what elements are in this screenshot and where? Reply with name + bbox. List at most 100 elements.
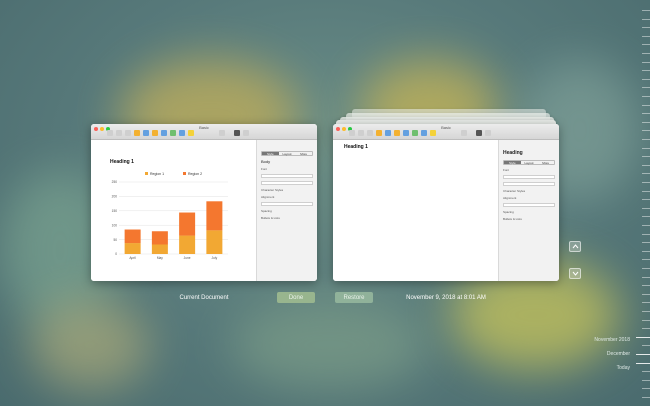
shape-icon[interactable] xyxy=(170,130,176,136)
timeline-tick[interactable] xyxy=(636,354,650,355)
paragraph-style[interactable]: Body xyxy=(261,159,313,164)
zoom-menu-icon xyxy=(358,130,364,136)
bar-segment xyxy=(151,244,168,254)
tab-more: More xyxy=(542,161,550,165)
timeline-tick[interactable] xyxy=(642,96,650,97)
next-version-button[interactable] xyxy=(569,268,581,279)
timeline-tick[interactable] xyxy=(642,104,650,106)
timeline-tick[interactable] xyxy=(642,293,650,295)
share-icon[interactable] xyxy=(219,130,225,136)
font-select[interactable] xyxy=(261,174,313,178)
shape-icon xyxy=(412,130,418,136)
insert-icon[interactable] xyxy=(134,130,140,136)
font-style-select[interactable] xyxy=(261,181,313,185)
timeline-tick[interactable] xyxy=(642,268,650,269)
y-tick-label: 100 xyxy=(112,223,118,227)
timeline-tick[interactable] xyxy=(642,371,650,373)
bar-segment xyxy=(151,231,168,245)
text-icon xyxy=(403,130,409,136)
format-icon xyxy=(476,130,482,136)
current-document-window[interactable]: Basic Heading 1 Region 1 Region 2 0 50 100 15… xyxy=(91,124,317,281)
timeline-tick[interactable] xyxy=(642,139,650,140)
done-button[interactable]: Done xyxy=(277,292,315,303)
comment-icon[interactable] xyxy=(188,130,194,136)
timeline-tick[interactable] xyxy=(642,397,650,398)
character-styles-label: Character Styles xyxy=(261,188,284,192)
timeline-label-december[interactable]: December xyxy=(607,351,630,357)
spacing-label: Spacing xyxy=(261,209,272,213)
timeline-tick[interactable] xyxy=(642,216,650,218)
previous-version-button[interactable] xyxy=(569,241,581,252)
add-page-icon[interactable] xyxy=(125,130,131,136)
timeline-tick[interactable] xyxy=(642,250,650,252)
restore-button[interactable]: Restore xyxy=(335,292,373,303)
timeline-tick[interactable] xyxy=(642,78,650,80)
table-icon[interactable] xyxy=(143,130,149,136)
timeline-label-today[interactable]: Today xyxy=(617,365,630,371)
timeline-tick[interactable] xyxy=(642,182,650,183)
version-document-window[interactable]: Basic Heading 1 Heading Style Layout Mor… xyxy=(333,124,559,281)
version-timeline[interactable] xyxy=(634,0,650,406)
document-icon[interactable] xyxy=(243,130,249,136)
view-icon[interactable] xyxy=(107,130,113,136)
tab-layout[interactable]: Layout xyxy=(279,152,296,156)
timeline-tick[interactable] xyxy=(642,242,650,244)
timeline-tick[interactable] xyxy=(642,379,650,381)
timeline-tick[interactable] xyxy=(642,233,650,235)
tab-style[interactable]: Style xyxy=(262,152,279,156)
timeline-tick[interactable] xyxy=(642,130,650,132)
timeline-tick[interactable] xyxy=(642,207,650,209)
y-tick-label: 50 xyxy=(113,238,117,242)
timeline-tick[interactable] xyxy=(642,302,650,304)
timeline-tick[interactable] xyxy=(642,18,650,20)
stacked-bar-chart[interactable]: Region 1 Region 2 0 50 100 150 200 250 April May J… xyxy=(105,168,230,268)
document-canvas[interactable]: Heading 1 Region 1 Region 2 0 50 100 150 200 25… xyxy=(91,140,256,281)
tab-style: Style xyxy=(504,161,521,165)
chart-icon[interactable] xyxy=(152,130,158,136)
timeline-tick[interactable] xyxy=(642,276,650,278)
timeline-tick[interactable] xyxy=(642,190,650,192)
timeline-tick[interactable] xyxy=(642,388,650,390)
timeline-tick[interactable] xyxy=(642,113,650,115)
format-icon[interactable] xyxy=(234,130,240,136)
timeline-tick[interactable] xyxy=(642,35,650,37)
media-icon[interactable] xyxy=(179,130,185,136)
tab-more[interactable]: More xyxy=(295,152,312,156)
timeline-tick[interactable] xyxy=(642,164,650,166)
timeline-tick[interactable] xyxy=(642,345,650,347)
timeline-tick[interactable] xyxy=(642,44,650,46)
timeline-tick[interactable] xyxy=(642,61,650,63)
timeline-tick[interactable] xyxy=(636,362,650,364)
timeline-tick[interactable] xyxy=(642,285,650,287)
timeline-tick[interactable] xyxy=(642,87,650,89)
timeline-tick[interactable] xyxy=(642,199,650,201)
timeline-tick[interactable] xyxy=(642,319,650,321)
y-tick-label: 200 xyxy=(112,195,118,199)
timeline-tick[interactable] xyxy=(642,27,650,29)
font-label: Font xyxy=(261,167,268,171)
timeline-tick[interactable] xyxy=(642,225,650,226)
legend-label: Region 1 xyxy=(150,172,164,176)
timeline-tick[interactable] xyxy=(642,311,650,312)
version-timestamp: November 9, 2018 at 8:01 AM xyxy=(406,295,486,301)
timeline-tick[interactable] xyxy=(642,156,650,158)
alignment-control xyxy=(503,203,555,207)
timeline-tick[interactable] xyxy=(642,121,650,123)
share-icon xyxy=(461,130,467,136)
insert-icon xyxy=(376,130,382,136)
timeline-tick[interactable] xyxy=(642,173,650,175)
timeline-tick[interactable] xyxy=(642,53,650,54)
zoom-menu-icon[interactable] xyxy=(116,130,122,136)
table-icon xyxy=(385,130,391,136)
timeline-tick[interactable] xyxy=(642,147,650,149)
timeline-tick[interactable] xyxy=(642,328,650,330)
timeline-label-november[interactable]: November 2018 xyxy=(594,337,630,343)
timeline-tick[interactable] xyxy=(642,10,650,11)
alignment-control[interactable] xyxy=(261,202,313,206)
timeline-tick[interactable] xyxy=(642,259,650,261)
format-inspector: Heading Style Layout More Font Character… xyxy=(498,140,559,281)
timeline-tick[interactable] xyxy=(642,70,650,72)
chart-icon xyxy=(394,130,400,136)
text-icon[interactable] xyxy=(161,130,167,136)
timeline-tick[interactable] xyxy=(636,336,650,338)
